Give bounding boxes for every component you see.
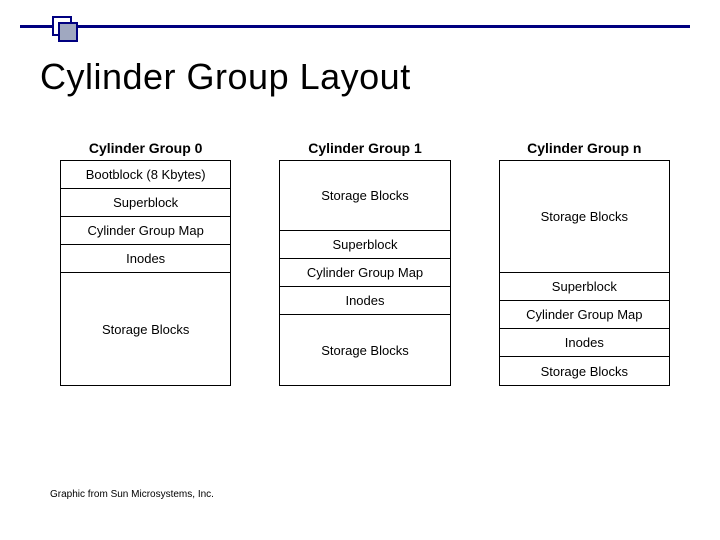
cell-storage-top: Storage Blocks <box>280 161 449 231</box>
cell-storage-bottom: Storage Blocks <box>500 357 669 385</box>
attribution-text: Graphic from Sun Microsystems, Inc. <box>50 489 214 500</box>
group-stack: Storage Blocks Superblock Cylinder Group… <box>279 160 450 386</box>
cell-storage-top: Storage Blocks <box>500 161 669 273</box>
group-stack: Storage Blocks Superblock Cylinder Group… <box>499 160 670 386</box>
cell-storage-bottom: Storage Blocks <box>280 315 449 385</box>
header-rule <box>20 25 690 28</box>
cell-superblock: Superblock <box>280 231 449 259</box>
header-square-inner <box>58 22 78 42</box>
group-title: Cylinder Group n <box>499 140 670 156</box>
cell-bootblock: Bootblock (8 Kbytes) <box>61 161 230 189</box>
cell-storage: Storage Blocks <box>61 273 230 385</box>
cylinder-group-1: Cylinder Group 1 Storage Blocks Superblo… <box>279 140 450 386</box>
cell-inodes: Inodes <box>500 329 669 357</box>
group-title: Cylinder Group 1 <box>279 140 450 156</box>
group-stack: Bootblock (8 Kbytes) Superblock Cylinder… <box>60 160 231 386</box>
cylinder-group-n: Cylinder Group n Storage Blocks Superblo… <box>499 140 670 386</box>
cell-cgmap: Cylinder Group Map <box>61 217 230 245</box>
cylinder-group-0: Cylinder Group 0 Bootblock (8 Kbytes) Su… <box>60 140 231 386</box>
cell-cgmap: Cylinder Group Map <box>280 259 449 287</box>
cell-inodes: Inodes <box>280 287 449 315</box>
cell-superblock: Superblock <box>61 189 230 217</box>
cylinder-group-diagram: Cylinder Group 0 Bootblock (8 Kbytes) Su… <box>60 140 670 386</box>
cell-inodes: Inodes <box>61 245 230 273</box>
group-title: Cylinder Group 0 <box>60 140 231 156</box>
page-title: Cylinder Group Layout <box>40 56 411 98</box>
cell-cgmap: Cylinder Group Map <box>500 301 669 329</box>
cell-superblock: Superblock <box>500 273 669 301</box>
